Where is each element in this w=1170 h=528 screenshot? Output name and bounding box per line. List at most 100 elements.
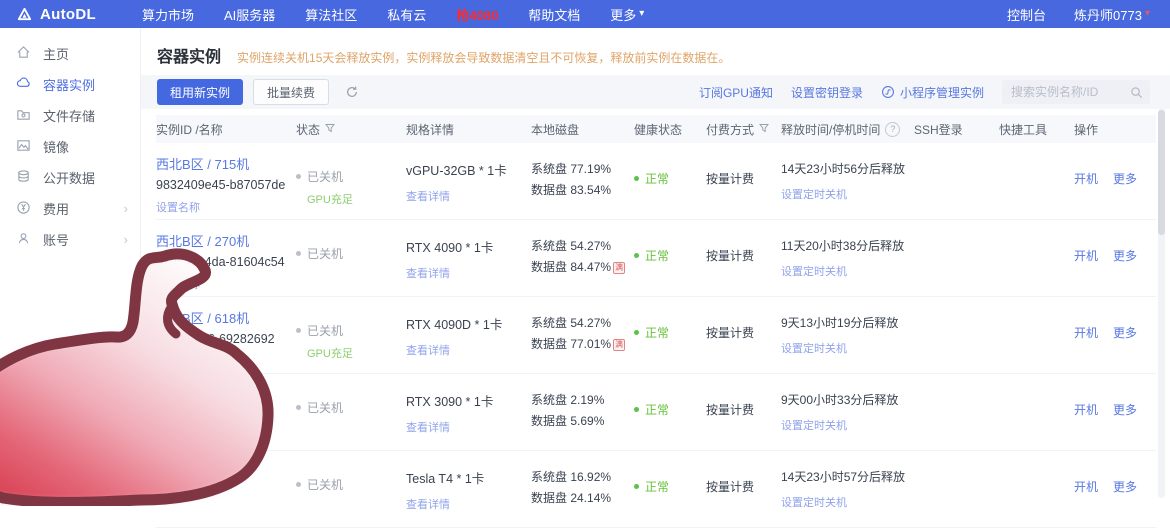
instance-id: 879545b4da-81604c54	[156, 255, 285, 269]
chevron-right-icon: ›	[123, 201, 128, 216]
cloud-icon	[16, 76, 31, 94]
refresh-icon[interactable]	[345, 85, 359, 99]
status-dot	[296, 405, 301, 410]
data-disk-usage: 数据盘 84.47%	[531, 260, 612, 274]
status-dot	[296, 251, 301, 256]
disk-full-badge: 满	[613, 262, 626, 274]
view-details-link[interactable]: 查看详情	[406, 265, 531, 281]
system-disk-usage: 系统盘 54.27%	[531, 316, 612, 330]
nav-item-community[interactable]: 算法社区	[305, 5, 357, 24]
nav-item-market[interactable]: 算力市场	[142, 5, 194, 24]
nav-item-private-cloud[interactable]: 私有云	[387, 5, 426, 24]
chevron-down-icon: ▾	[1144, 8, 1150, 19]
instance-name-link[interactable]: 西北B区 / 715机	[156, 154, 296, 173]
nav-item-grab-4080[interactable]: 抢4080	[456, 5, 498, 24]
subscribe-gpu-link[interactable]: 订阅GPU通知	[699, 84, 773, 101]
gpu-availability-note: GPU充足	[307, 194, 353, 206]
scheduled-shutdown-link[interactable]: 设置定时关机	[781, 340, 914, 356]
sidebar-item-home[interactable]: 主页	[0, 38, 140, 69]
health-text: 正常	[645, 249, 670, 263]
billing-mode: 按量计费	[706, 326, 755, 340]
power-on-button[interactable]: 开机	[1074, 247, 1098, 264]
search-input[interactable]	[1009, 84, 1126, 100]
nav-item-more[interactable]: 更多 ▾	[610, 5, 644, 24]
release-countdown: 14天23小时56分后释放	[781, 162, 906, 176]
view-details-link[interactable]: 查看详情	[406, 496, 531, 512]
user-icon	[16, 231, 31, 249]
miniprogram-icon	[881, 85, 895, 99]
scheduled-shutdown-link[interactable]: 设置定时关机	[781, 417, 914, 433]
set-name-link[interactable]: 设置名称	[156, 276, 296, 292]
nav-item-ai-server[interactable]: AI服务器	[224, 5, 275, 24]
more-actions-button[interactable]: 更多	[1113, 170, 1137, 187]
sidebar-item-billing[interactable]: 费用 ›	[0, 193, 140, 224]
ssh-key-login-link[interactable]: 设置密钥登录	[791, 84, 863, 101]
console-link[interactable]: 控制台	[1007, 5, 1046, 24]
batch-renew-button[interactable]: 批量续费	[253, 79, 330, 105]
table-body: 西北B区 / 715机 9832409e45-b87057de 设置名称 已关机…	[156, 143, 1156, 528]
power-on-button[interactable]: 开机	[1074, 324, 1098, 341]
power-on-button[interactable]: 开机	[1074, 170, 1098, 187]
filter-icon[interactable]	[758, 122, 770, 136]
more-actions-button[interactable]: 更多	[1113, 247, 1137, 264]
sidebar-item-public-data[interactable]: 公开数据	[0, 162, 140, 193]
gpu-spec: RTX 4090D * 1卡	[406, 318, 503, 332]
more-actions-button[interactable]: 更多	[1113, 401, 1137, 418]
status-dot	[296, 174, 301, 179]
release-countdown: 14天23小时57分后释放	[781, 470, 906, 484]
help-icon: ?	[885, 121, 901, 137]
data-disk-usage: 数据盘 24.14%	[531, 491, 612, 505]
more-actions-button[interactable]: 更多	[1113, 324, 1137, 341]
gpu-spec: Tesla T4 * 1卡	[406, 472, 485, 486]
gpu-spec: RTX 3090 * 1卡	[406, 395, 494, 409]
status-dot	[296, 328, 301, 333]
user-menu[interactable]: 炼丹师0773 ▾	[1074, 5, 1150, 24]
scheduled-shutdown-link[interactable]: 设置定时关机	[781, 494, 914, 510]
view-details-link[interactable]: 查看详情	[406, 188, 531, 204]
vertical-scrollbar-thumb[interactable]	[1158, 110, 1165, 235]
health-dot	[634, 253, 639, 258]
sidebar-item-container-instances[interactable]: 容器实例	[0, 69, 140, 100]
set-name-link[interactable]: 设置名称	[156, 199, 296, 215]
main-content: 容器实例 实例连续关机15天会释放实例，实例释放会导致数据清空且不可恢复，释放前…	[141, 28, 1170, 528]
vertical-scrollbar-track	[1158, 108, 1165, 498]
search-icon	[1130, 86, 1143, 99]
release-countdown: 11天20小时38分后释放	[781, 239, 905, 253]
filter-icon[interactable]	[324, 122, 336, 136]
page-title: 容器实例	[157, 49, 222, 66]
sidebar-item-file-storage[interactable]: 文件存储	[0, 100, 140, 131]
health-text: 正常	[645, 480, 670, 494]
health-dot	[634, 484, 639, 489]
instance-table: 实例ID /名称 状态 规格详情 本地磁盘 健康状态 付费方式 释放时间/停机时…	[141, 115, 1170, 528]
power-on-button[interactable]: 开机	[1074, 478, 1098, 495]
health-dot	[634, 407, 639, 412]
sidebar-item-account[interactable]: 账号 ›	[0, 224, 140, 255]
health-dot	[634, 176, 639, 181]
status-text: 已关机	[307, 247, 344, 261]
more-actions-button[interactable]: 更多	[1113, 478, 1137, 495]
view-details-link[interactable]: 查看详情	[406, 342, 531, 358]
view-details-link[interactable]: 查看详情	[406, 419, 531, 435]
set-name-link[interactable]: 设置名称	[156, 353, 296, 369]
nav-item-docs[interactable]: 帮助文档	[528, 5, 580, 24]
scheduled-shutdown-link[interactable]: 设置定时关机	[781, 186, 914, 202]
brand-name: AutoDL	[40, 5, 96, 23]
top-navbar: AutoDL 算力市场 AI服务器 算法社区 私有云 抢4080 帮助文档 更多…	[0, 0, 1170, 28]
rent-instance-button[interactable]: 租用新实例	[157, 79, 244, 105]
table-header: 实例ID /名称 状态 规格详情 本地磁盘 健康状态 付费方式 释放时间/停机时…	[156, 115, 1156, 143]
table-row: 已关机 Tesla T4 * 1卡 查看详情 系统盘 16.92% 数据盘 24…	[156, 451, 1156, 528]
billing-mode: 按量计费	[706, 480, 755, 494]
toolbar: 租用新实例 批量续费 订阅GPU通知 设置密钥登录 小程序管理实例	[141, 75, 1170, 109]
miniprogram-manage-link[interactable]: 小程序管理实例	[881, 84, 984, 101]
status-text: 已关机	[307, 170, 344, 184]
scheduled-shutdown-link[interactable]: 设置定时关机	[781, 263, 914, 279]
nav-items: 算力市场 AI服务器 算法社区 私有云 抢4080 帮助文档 更多 ▾	[142, 5, 644, 24]
power-on-button[interactable]: 开机	[1074, 401, 1098, 418]
instance-name-link[interactable]: 西北B区 / 618机	[156, 308, 296, 327]
instance-name-link[interactable]: 西北B区 / 270机	[156, 231, 296, 250]
sidebar-item-images[interactable]: 镜像	[0, 131, 140, 162]
instance-id: 016-69282692	[194, 332, 275, 346]
autodl-logo[interactable]: AutoDL	[16, 6, 96, 23]
chevron-right-icon: ›	[123, 232, 128, 247]
gpu-availability-note: GPU充足	[307, 348, 353, 360]
